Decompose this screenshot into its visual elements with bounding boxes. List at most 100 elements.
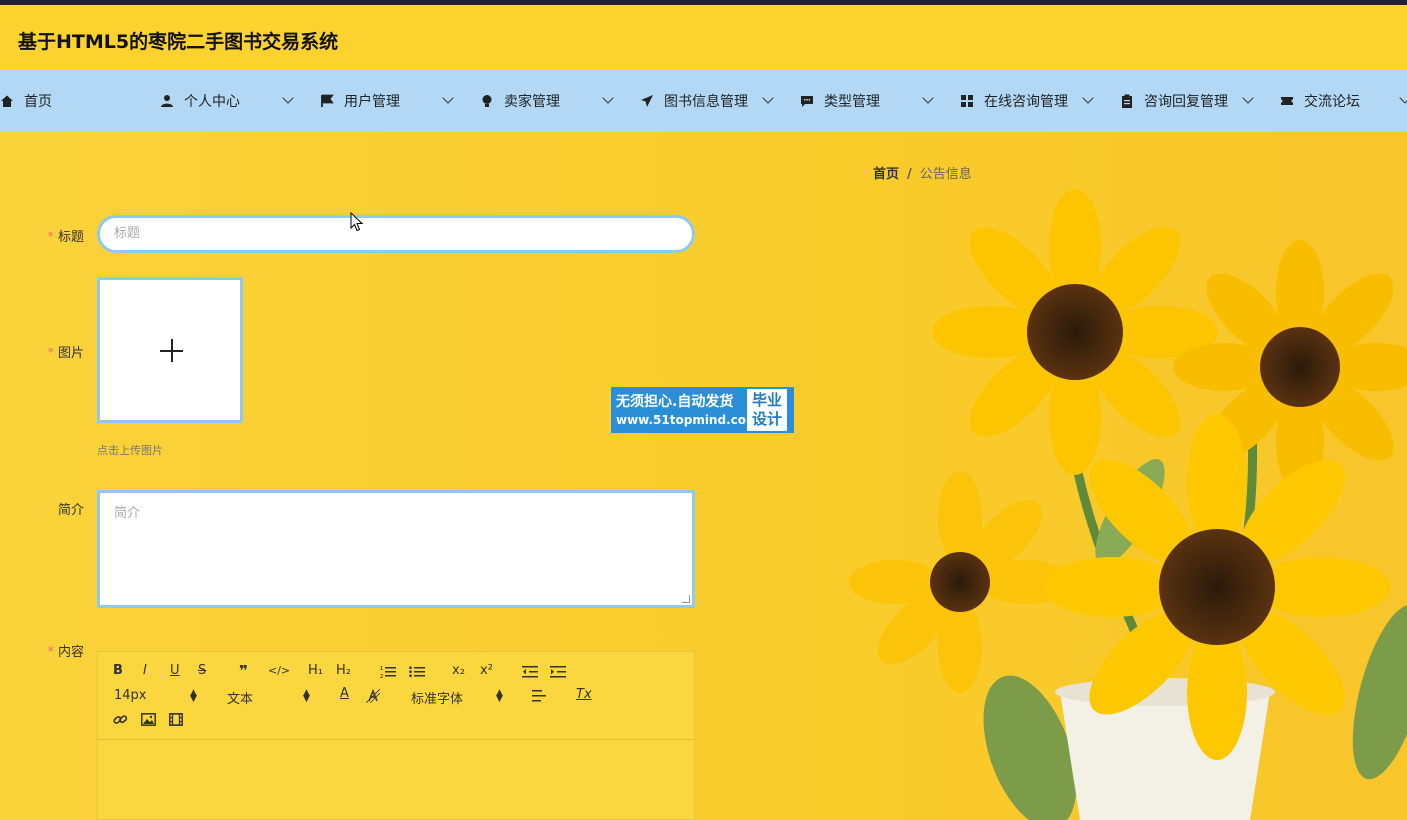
nav-label: 用户管理 xyxy=(344,94,400,110)
nav-item-personal-center[interactable]: 个人中心 xyxy=(160,70,295,132)
font-size-value: 14px xyxy=(114,688,147,703)
nav-item-user-management[interactable]: 用户管理 xyxy=(320,70,455,132)
select-arrows-icon: ▲ ▼ xyxy=(496,688,503,704)
align-icon[interactable] xyxy=(532,690,546,702)
outdent-icon[interactable] xyxy=(522,665,538,679)
mouse-cursor-icon xyxy=(350,212,364,232)
required-mark: * xyxy=(47,645,54,660)
chevron-down-icon xyxy=(442,92,454,104)
nav-label: 交流论坛 xyxy=(1304,94,1360,110)
watermark-badge: 毕业设计 xyxy=(747,389,787,431)
content-label-text: 内容 xyxy=(57,645,84,660)
intro-label-text: 简介 xyxy=(57,503,84,518)
plus-icon-vertical xyxy=(171,339,173,362)
nav-item-home[interactable]: 首页 xyxy=(0,70,52,132)
flag-icon xyxy=(321,94,334,107)
intro-placeholder: 简介 xyxy=(114,506,141,521)
nav-label: 个人中心 xyxy=(184,94,240,110)
watermark-line2: www.51topmind.com xyxy=(616,413,759,427)
rich-text-editor: B I U S ❞ </> H₁ H₂ 12 x₂ x² 14px ▲ ▼ 文本 … xyxy=(97,651,695,820)
chevron-down-icon xyxy=(922,92,934,104)
required-mark: * xyxy=(47,230,54,245)
indent-icon[interactable] xyxy=(550,665,566,679)
title-label-text: 标题 xyxy=(57,230,84,245)
font-family-select[interactable]: 标准字体 ▲ ▼ xyxy=(411,688,506,708)
nav-label: 在线咨询管理 xyxy=(984,94,1068,110)
image-label-text: 图片 xyxy=(57,346,84,361)
nav-item-book-info-management[interactable]: 图书信息管理 xyxy=(640,70,775,132)
grid-icon xyxy=(961,95,973,107)
select-arrows-icon: ▲ ▼ xyxy=(303,688,310,704)
send-icon xyxy=(641,95,653,107)
nav-label: 首页 xyxy=(24,94,52,110)
nav-item-online-consult-management[interactable]: 在线咨询管理 xyxy=(960,70,1095,132)
clipboard-icon xyxy=(1122,94,1132,108)
paragraph-select[interactable]: 文本 ▲ ▼ xyxy=(227,688,313,708)
clear-format-button[interactable]: Tx xyxy=(576,687,592,702)
upload-tip: 点击上传图片 xyxy=(97,444,163,457)
nav-label: 咨询回复管理 xyxy=(1144,94,1228,110)
image-upload-box[interactable] xyxy=(97,277,243,423)
watermark-line1: 无须担心.自动发货 xyxy=(616,394,734,410)
resize-handle-icon[interactable] xyxy=(682,595,690,603)
background-color-icon[interactable] xyxy=(366,689,380,703)
content-label: * 内容 xyxy=(14,641,84,660)
header: 基于HTML5的枣院二手图书交易系统 xyxy=(0,5,1407,70)
nav-item-reply-management[interactable]: 咨询回复管理 xyxy=(1120,70,1255,132)
bold-button[interactable]: B xyxy=(113,663,123,678)
code-block-button[interactable]: </> xyxy=(268,664,290,677)
font-color-button[interactable]: A xyxy=(340,686,349,701)
sunflower-background-image xyxy=(849,189,1407,820)
breadcrumb: 首页 / 公告信息 xyxy=(873,163,972,182)
chevron-down-icon xyxy=(1242,92,1254,104)
svg-text:1: 1 xyxy=(380,666,383,672)
nav-item-forum[interactable]: 交流论坛 xyxy=(1280,70,1407,132)
editor-content-area[interactable] xyxy=(98,741,694,819)
header-1-button[interactable]: H₁ xyxy=(308,663,323,678)
chat-icon xyxy=(801,96,813,107)
italic-button[interactable]: I xyxy=(143,663,147,678)
nav-item-seller-management[interactable]: 卖家管理 xyxy=(480,70,615,132)
chevron-down-icon xyxy=(762,92,774,104)
user-icon xyxy=(161,95,173,107)
required-mark: * xyxy=(47,346,54,361)
subscript-button[interactable]: x₂ xyxy=(452,663,465,678)
chevron-down-icon xyxy=(602,92,614,104)
image-icon[interactable] xyxy=(141,713,156,726)
nav-item-type-management[interactable]: 类型管理 xyxy=(800,70,935,132)
ticket-icon xyxy=(1281,97,1293,105)
title-input[interactable]: 标题 xyxy=(97,215,695,253)
link-icon[interactable] xyxy=(113,713,128,727)
bulb-icon xyxy=(482,95,492,107)
intro-textarea[interactable]: 简介 xyxy=(97,490,695,608)
breadcrumb-current: 公告信息 xyxy=(919,167,972,182)
image-label: * 图片 xyxy=(14,342,84,361)
breadcrumb-home[interactable]: 首页 xyxy=(873,167,899,182)
home-icon xyxy=(1,95,13,107)
paragraph-value: 文本 xyxy=(227,692,254,707)
select-arrows-icon: ▲ ▼ xyxy=(190,688,197,704)
watermark-banner: 无须担心.自动发货 www.51topmind.com 毕业设计 xyxy=(611,387,794,433)
breadcrumb-separator: / xyxy=(907,167,912,182)
superscript-button[interactable]: x² xyxy=(480,663,493,678)
header-2-button[interactable]: H₂ xyxy=(336,663,351,678)
editor-toolbar: B I U S ❞ </> H₁ H₂ 12 x₂ x² 14px ▲ ▼ 文本 … xyxy=(98,652,694,740)
bullet-list-icon[interactable] xyxy=(409,665,425,679)
chevron-down-icon xyxy=(282,92,294,104)
top-nav: 首页 个人中心 用户管理 卖家管理 图书信息管理 类型管理 在线咨询管理 咨询回… xyxy=(0,70,1407,132)
video-icon[interactable] xyxy=(169,713,183,726)
font-size-select[interactable]: 14px ▲ ▼ xyxy=(114,688,200,704)
nav-label: 卖家管理 xyxy=(504,94,560,110)
blockquote-button[interactable]: ❞ xyxy=(239,662,248,680)
nav-label: 类型管理 xyxy=(824,94,880,110)
svg-text:2: 2 xyxy=(380,674,383,679)
underline-button[interactable]: U xyxy=(170,663,180,678)
ordered-list-icon[interactable]: 12 xyxy=(380,665,396,679)
nav-label: 图书信息管理 xyxy=(664,94,748,110)
font-family-value: 标准字体 xyxy=(411,692,464,707)
strike-button[interactable]: S xyxy=(198,663,206,678)
title-label: * 标题 xyxy=(14,226,84,245)
intro-label: 简介 xyxy=(14,499,84,518)
chevron-down-icon xyxy=(1399,92,1407,104)
chevron-down-icon xyxy=(1082,92,1094,104)
